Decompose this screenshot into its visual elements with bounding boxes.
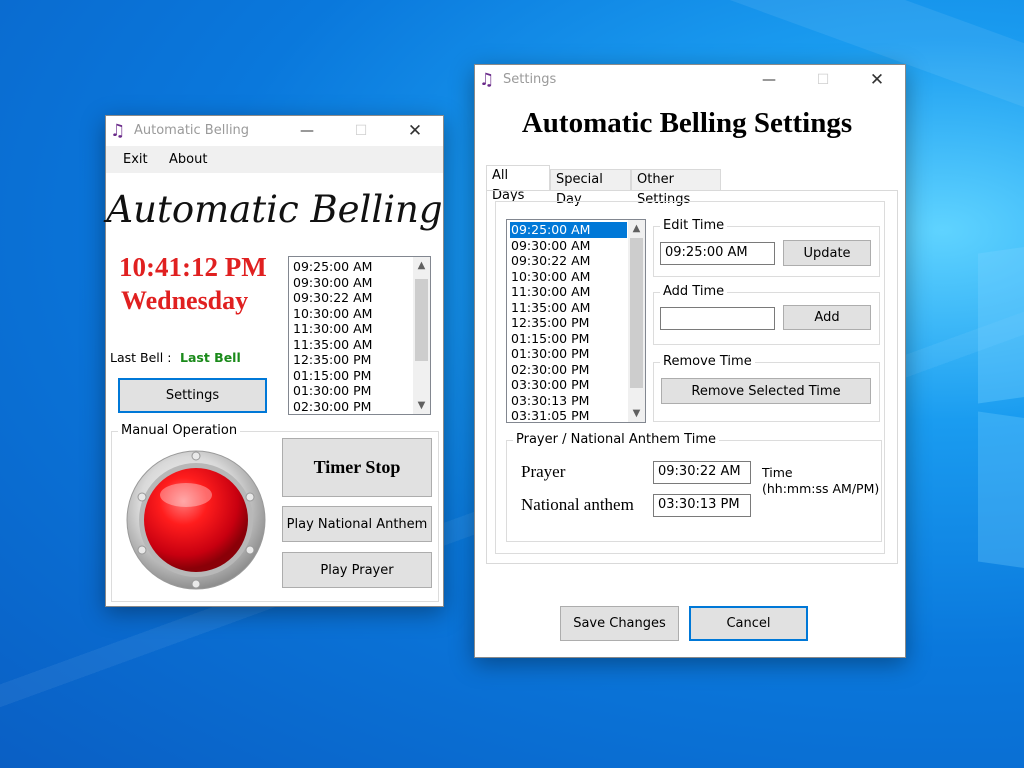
list-item[interactable]: 09:30:22 AM — [292, 290, 412, 306]
edit-time-label: Edit Time — [660, 218, 728, 233]
list-item[interactable]: 10:30:00 AM — [292, 306, 412, 322]
list-item[interactable]: 12:35:00 PM — [510, 315, 627, 331]
tab-other-settings[interactable]: Other Settings — [631, 169, 721, 207]
prayer-anthem-label: Prayer / National Anthem Time — [513, 432, 719, 447]
list-item[interactable]: 01:30:00 PM — [510, 346, 627, 362]
update-button[interactable]: Update — [783, 240, 871, 266]
list-item[interactable]: 12:35:00 PM — [292, 352, 412, 368]
tab-strip: All Days Special Day Other Settings — [486, 165, 896, 207]
clock-time: 10:41:12 PM — [119, 252, 267, 282]
list-item[interactable]: 09:25:00 AM — [292, 259, 412, 275]
scroll-thumb[interactable] — [415, 279, 428, 361]
remove-selected-time-button[interactable]: Remove Selected Time — [661, 378, 871, 404]
remove-time-label: Remove Time — [660, 354, 755, 369]
list-item[interactable]: 02:30:00 PM — [510, 362, 627, 378]
minimize-button[interactable]: — — [284, 116, 330, 146]
scroll-down-icon[interactable]: ▼ — [413, 397, 430, 414]
add-time-label: Add Time — [660, 284, 728, 299]
app-heading: Automatic Belling — [106, 188, 443, 231]
times-scrollbar[interactable]: ▲ ▼ — [628, 220, 645, 422]
maximize-button: ☐ — [816, 72, 830, 88]
list-item[interactable]: 10:30:00 AM — [510, 269, 627, 285]
music-note-icon: ♫ — [479, 70, 495, 90]
list-item[interactable]: 02:30:00 PM — [292, 399, 412, 415]
tab-special-day[interactable]: Special Day — [550, 169, 631, 207]
settings-button[interactable]: Settings — [118, 378, 267, 413]
manual-operation-label: Manual Operation — [118, 423, 241, 438]
main-window: ♫ Automatic Belling — ☐ ✕ Exit About Aut… — [105, 115, 444, 607]
play-prayer-button[interactable]: Play Prayer — [282, 552, 432, 588]
add-time-field[interactable] — [660, 307, 775, 330]
scroll-up-icon[interactable]: ▲ — [628, 220, 645, 237]
add-button[interactable]: Add — [783, 305, 871, 330]
times-listbox[interactable]: 09:25:00 AM 09:30:00 AM 09:30:22 AM 10:30:0… — [506, 219, 646, 423]
menubar: Exit About — [106, 146, 443, 173]
scroll-thumb[interactable] — [630, 238, 643, 388]
anthem-label: National anthem — [521, 495, 634, 514]
list-item[interactable]: 09:25:00 AM — [510, 222, 627, 238]
list-item[interactable]: 01:15:00 PM — [510, 331, 627, 347]
window-title: Settings — [503, 72, 557, 87]
main-titlebar[interactable]: ♫ Automatic Belling — ☐ ✕ — [106, 116, 443, 146]
list-item[interactable]: 11:30:00 AM — [510, 284, 627, 300]
close-button[interactable]: ✕ — [854, 65, 900, 95]
red-bell-button[interactable] — [124, 450, 268, 590]
cancel-button[interactable]: Cancel — [689, 606, 808, 641]
red-button-icon — [126, 450, 266, 590]
list-item[interactable]: 01:30:00 PM — [292, 383, 412, 399]
settings-window: ♫ Settings — ☐ ✕ Automatic Belling Setti… — [474, 64, 906, 658]
list-item[interactable]: 11:35:00 AM — [292, 337, 412, 353]
play-national-anthem-button[interactable]: Play National Anthem — [282, 506, 432, 542]
menu-about[interactable]: About — [169, 152, 207, 167]
prayer-time-field[interactable]: 09:30:22 AM — [653, 461, 751, 484]
save-changes-button[interactable]: Save Changes — [560, 606, 679, 641]
list-item[interactable]: 11:35:00 AM — [510, 300, 627, 316]
time-format-hint: Time — [762, 465, 793, 480]
scroll-down-icon[interactable]: ▼ — [628, 405, 645, 422]
list-item[interactable]: 03:30:00 PM — [510, 377, 627, 393]
settings-heading: Automatic Belling Settings — [521, 107, 853, 139]
list-item[interactable]: 11:30:00 AM — [292, 321, 412, 337]
close-button[interactable]: ✕ — [392, 116, 438, 146]
list-item[interactable]: 09:30:00 AM — [510, 238, 627, 254]
schedule-scrollbar[interactable]: ▲ ▼ — [413, 257, 430, 414]
clock-day: Wednesday — [121, 286, 249, 315]
maximize-button: ☐ — [354, 123, 368, 139]
list-item[interactable]: 09:30:00 AM — [292, 275, 412, 291]
prayer-label: Prayer — [521, 462, 566, 481]
time-format-hint-detail: (hh:mm:ss AM/PM) — [762, 481, 880, 496]
anthem-time-field[interactable]: 03:30:13 PM — [653, 494, 751, 517]
timer-stop-button[interactable]: Timer Stop — [282, 438, 432, 497]
scroll-up-icon[interactable]: ▲ — [413, 257, 430, 274]
last-bell-value: Last Bell — [180, 350, 241, 365]
minimize-button[interactable]: — — [746, 65, 792, 95]
window-title: Automatic Belling — [134, 123, 250, 138]
list-item[interactable]: 03:30:13 PM — [510, 393, 627, 409]
menu-exit[interactable]: Exit — [123, 152, 148, 167]
settings-titlebar[interactable]: ♫ Settings — ☐ ✕ — [475, 65, 905, 95]
edit-time-field[interactable]: 09:25:00 AM — [660, 242, 775, 265]
schedule-listbox[interactable]: 09:25:00 AM 09:30:00 AM 09:30:22 AM 10:30:0… — [288, 256, 431, 415]
last-bell-label: Last Bell : — [110, 350, 172, 365]
tab-all-days[interactable]: All Days — [486, 165, 550, 203]
list-item[interactable]: 01:15:00 PM — [292, 368, 412, 384]
list-item[interactable]: 09:30:22 AM — [510, 253, 627, 269]
music-note-icon: ♫ — [110, 121, 126, 141]
list-item[interactable]: 03:31:05 PM — [510, 408, 627, 422]
